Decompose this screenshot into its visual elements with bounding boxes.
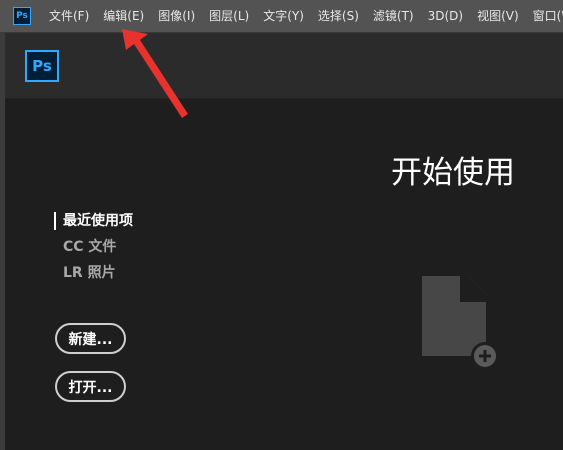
nav-item-recent[interactable]: 最近使用项 xyxy=(54,208,133,234)
menu-items: 文件(F) 编辑(E) 图像(I) 图层(L) 文字(Y) 选择(S) 滤镜(T… xyxy=(42,0,563,33)
menu-window[interactable]: 窗口(W xyxy=(526,0,563,33)
nav-item-lr-photos[interactable]: LR 照片 xyxy=(54,260,133,286)
menu-filter[interactable]: 滤镜(T) xyxy=(366,0,421,33)
options-toolbar: Ps xyxy=(5,33,563,99)
menu-select[interactable]: 选择(S) xyxy=(311,0,366,33)
menu-bar: Ps 文件(F) 编辑(E) 图像(I) 图层(L) 文字(Y) 选择(S) 滤… xyxy=(0,0,563,33)
menu-view[interactable]: 视图(V) xyxy=(470,0,526,33)
page-title: 开始使用 xyxy=(391,155,515,191)
menu-edit[interactable]: 编辑(E) xyxy=(96,0,151,33)
new-button[interactable]: 新建... xyxy=(55,323,126,354)
menu-image[interactable]: 图像(I) xyxy=(151,0,202,33)
menu-layer[interactable]: 图层(L) xyxy=(202,0,256,33)
menu-file[interactable]: 文件(F) xyxy=(42,0,96,33)
nav-item-cc-files[interactable]: CC 文件 xyxy=(54,234,133,260)
photoshop-logo-icon[interactable]: Ps xyxy=(25,50,59,82)
photoshop-logo-icon[interactable]: Ps xyxy=(13,7,31,25)
menu-3d[interactable]: 3D(D) xyxy=(421,0,470,33)
menu-type[interactable]: 文字(Y) xyxy=(256,0,311,33)
open-button[interactable]: 打开... xyxy=(55,371,126,402)
new-file-plus-icon xyxy=(422,276,499,370)
start-nav: 最近使用项 CC 文件 LR 照片 xyxy=(54,208,133,286)
